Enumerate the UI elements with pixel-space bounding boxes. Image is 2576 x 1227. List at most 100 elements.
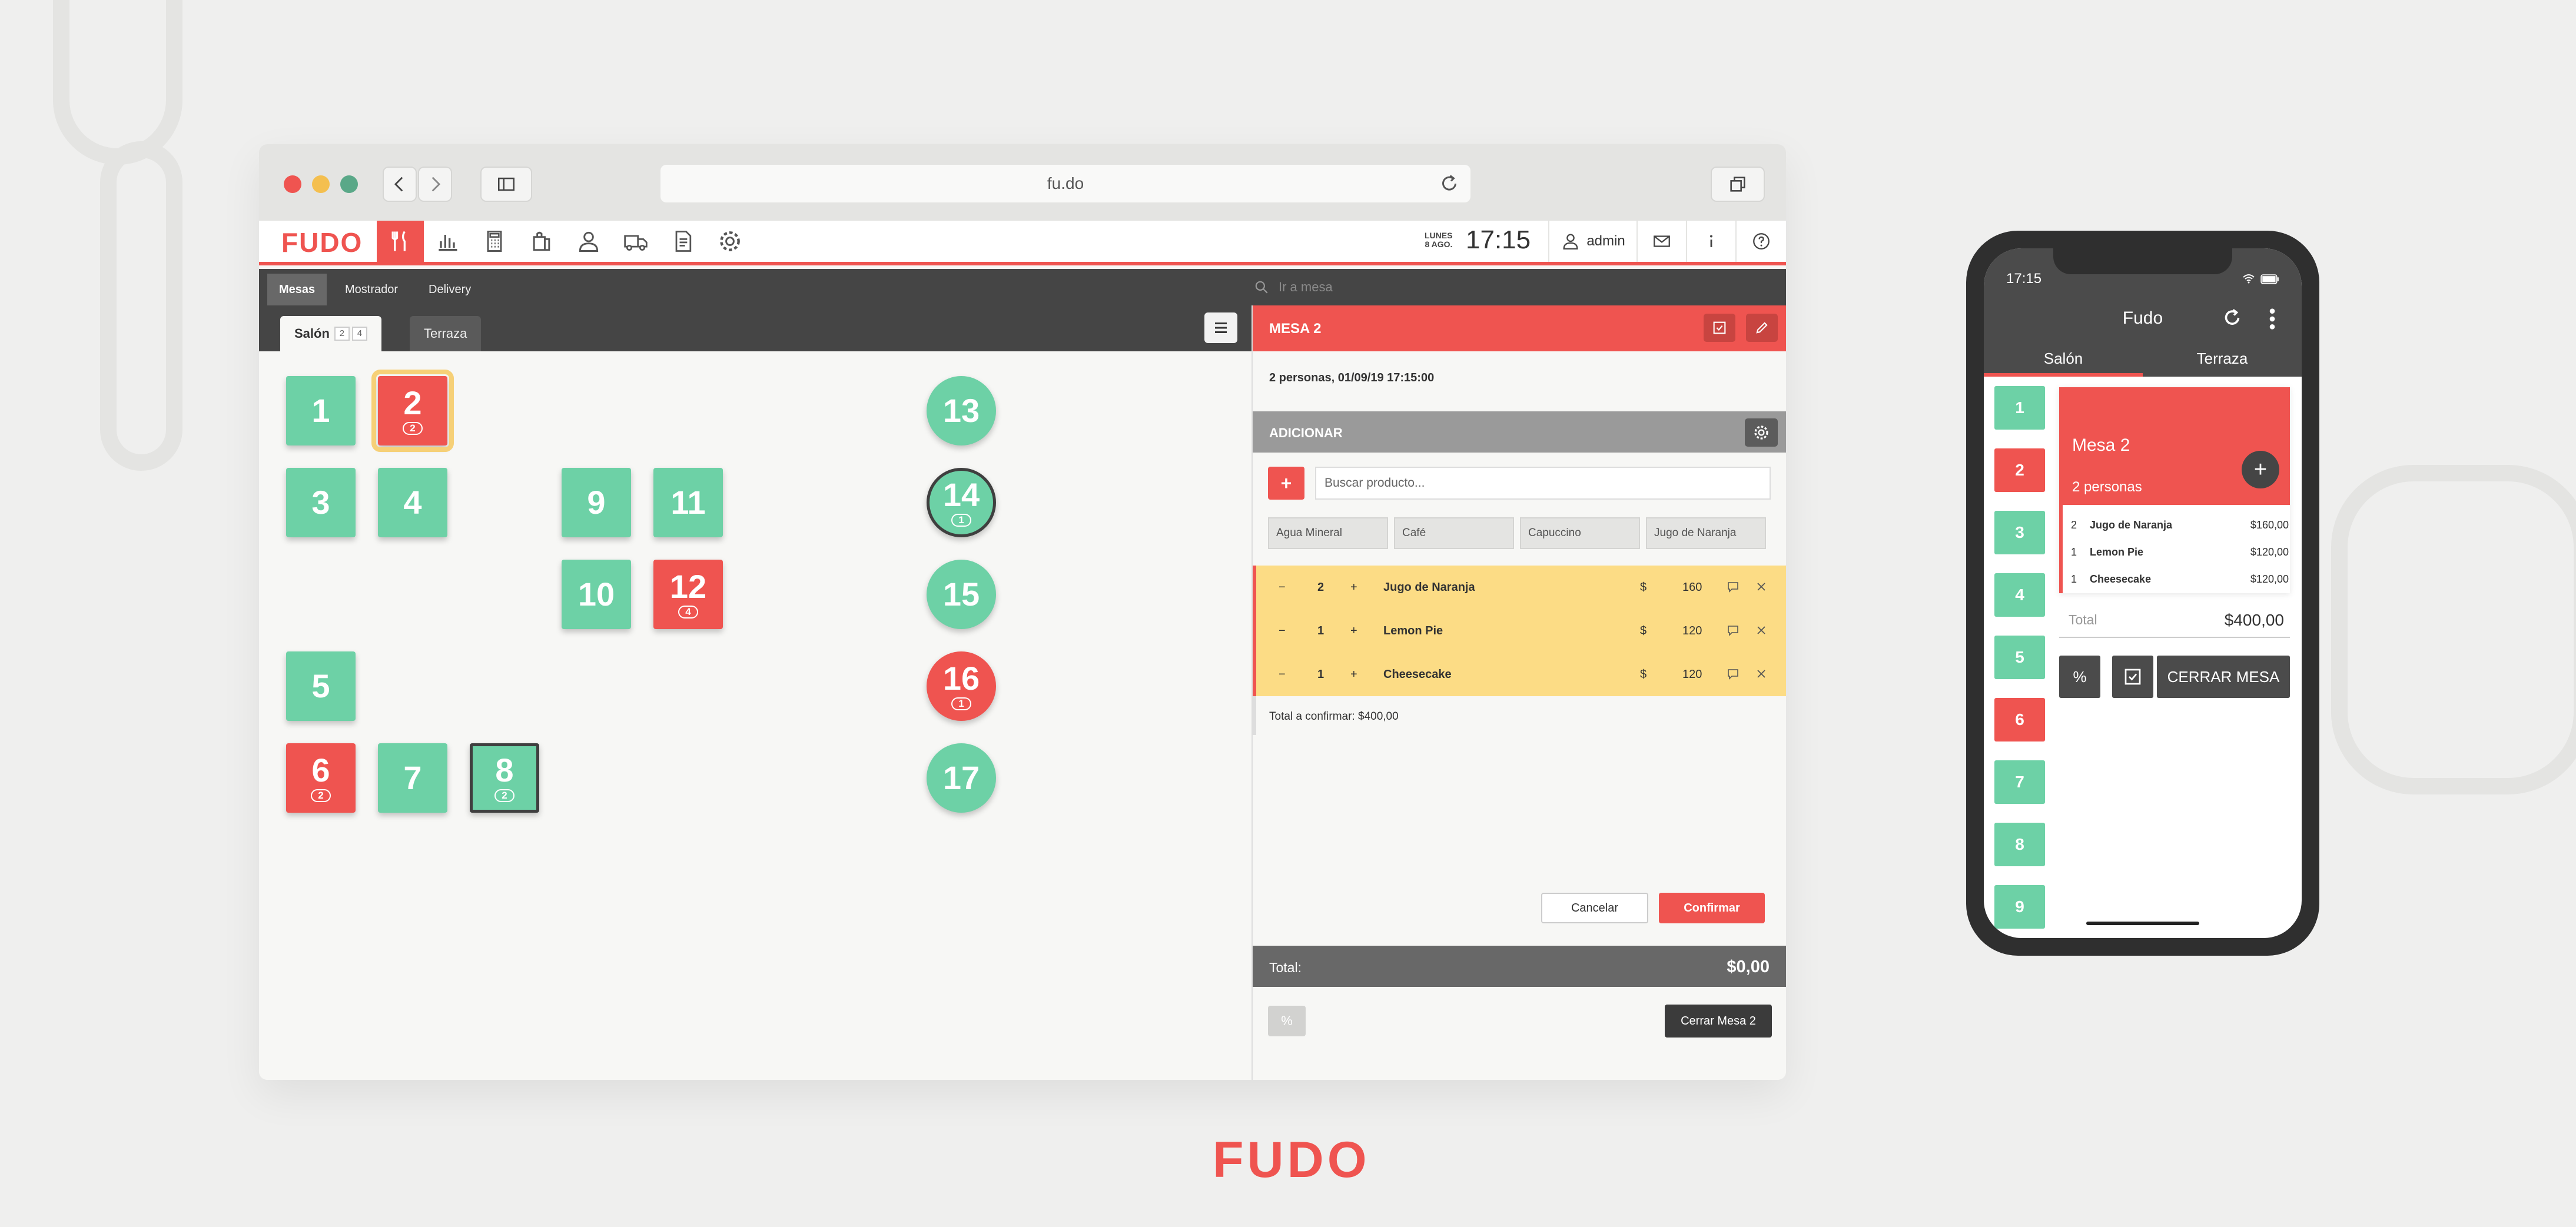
tab-mostrador[interactable]: Mostrador (333, 274, 410, 305)
floor-menu-button[interactable] (1204, 312, 1237, 343)
table-9[interactable]: 9 (562, 468, 631, 537)
decrease-qty-button[interactable]: − (1279, 581, 1286, 594)
tab-terraza[interactable]: Terraza (410, 316, 482, 351)
nav-customers[interactable] (565, 221, 612, 262)
add-product-button[interactable]: + (1268, 467, 1304, 500)
phone-table-6[interactable]: 6 (1994, 698, 2045, 741)
tabs-overview-button[interactable] (1711, 167, 1765, 202)
help-button[interactable] (1735, 221, 1786, 262)
reload-icon[interactable] (1439, 173, 1460, 194)
table-7[interactable]: 7 (378, 743, 447, 813)
messages-button[interactable] (1636, 221, 1686, 262)
comment-icon[interactable] (1726, 667, 1740, 681)
more-vertical-icon[interactable] (2260, 305, 2284, 333)
guest-count-badge: 2 (403, 422, 423, 435)
order-row: − 1 + Cheesecake $ 120 (1256, 653, 1786, 696)
increase-qty-button[interactable]: + (1350, 581, 1357, 594)
gear-icon (720, 231, 740, 251)
back-button[interactable] (383, 167, 417, 202)
table-search[interactable]: Ir a mesa (1254, 269, 1333, 305)
phone-order-item: 2 Jugo de Naranja $160,00 (2071, 512, 2289, 539)
table-6[interactable]: 62 (286, 743, 356, 813)
total-bar: Total: $0,00 (1253, 946, 1786, 987)
table-13[interactable]: 13 (927, 376, 996, 445)
comment-icon[interactable] (1726, 623, 1740, 637)
remove-icon[interactable] (1754, 580, 1768, 594)
table-12[interactable]: 12 4 (653, 560, 723, 629)
decrease-qty-button[interactable]: − (1279, 668, 1286, 681)
tab-delivery[interactable]: Delivery (417, 274, 483, 305)
comment-icon[interactable] (1726, 580, 1740, 594)
increase-qty-button[interactable]: + (1350, 624, 1357, 638)
quick-product-button[interactable]: Café (1394, 517, 1514, 549)
cancel-button[interactable]: Cancelar (1541, 893, 1648, 923)
phone-table-7[interactable]: 7 (1994, 760, 2045, 804)
check-button[interactable] (1704, 314, 1735, 342)
order-row: − 1 + Lemon Pie $ 120 (1256, 609, 1786, 653)
table-17[interactable]: 17 (927, 743, 996, 813)
phone-item-price: $120,00 (2250, 546, 2289, 558)
quick-product-button[interactable]: Agua Mineral (1268, 517, 1388, 549)
table-5[interactable]: 5 (286, 651, 356, 721)
table-2[interactable]: 22 (371, 370, 454, 452)
minimize-window-dot[interactable] (312, 175, 330, 193)
nav-documents[interactable] (659, 221, 706, 262)
phone-table-2[interactable]: 2 (1994, 448, 2045, 492)
edit-button[interactable] (1746, 314, 1778, 342)
discount-button[interactable]: % (1268, 1006, 1306, 1036)
phone-table-5[interactable]: 5 (1994, 636, 2045, 679)
table-3[interactable]: 3 (286, 468, 356, 537)
phone-table-8[interactable]: 8 (1994, 823, 2045, 866)
total-value: $0,00 (1727, 957, 1770, 976)
decrease-qty-button[interactable]: − (1279, 624, 1286, 638)
sidebar-toggle-button[interactable] (480, 167, 532, 202)
remove-icon[interactable] (1754, 667, 1768, 681)
phone-table-9[interactable]: 9 (1994, 885, 2045, 929)
phone-tab-salon[interactable]: Salón (1984, 343, 2143, 377)
quick-product-button[interactable]: Jugo de Naranja (1646, 517, 1766, 549)
table-15[interactable]: 15 (927, 560, 996, 629)
table-8[interactable]: 82 (470, 743, 539, 813)
nav-tables[interactable] (377, 221, 424, 262)
day-month-label: 8 AGO. (1425, 240, 1453, 249)
nav-settings[interactable] (706, 221, 753, 262)
sidebar-icon (497, 177, 515, 191)
info-button[interactable] (1686, 221, 1735, 262)
add-settings-button[interactable] (1745, 418, 1778, 447)
maximize-window-dot[interactable] (340, 175, 358, 193)
close-table-button[interactable]: Cerrar Mesa 2 (1665, 1005, 1772, 1038)
home-indicator (2086, 922, 2199, 925)
phone-tab-terraza[interactable]: Terraza (2143, 343, 2302, 377)
table-11[interactable]: 11 (653, 468, 723, 537)
remove-icon[interactable] (1754, 623, 1768, 637)
phone-close-table-button[interactable]: CERRAR MESA (2157, 656, 2290, 698)
user-menu[interactable]: admin (1548, 221, 1636, 262)
phone-check-button[interactable] (2112, 656, 2153, 698)
table-10[interactable]: 10 (562, 560, 631, 629)
tab-salon[interactable]: Salón 24 (280, 316, 381, 351)
table-16[interactable]: 16 1 (927, 651, 996, 721)
phone-table-1[interactable]: 1 (1994, 386, 2045, 430)
table-1[interactable]: 1 (286, 376, 356, 445)
tab-mesas[interactable]: Mesas (267, 274, 327, 305)
phone-table-3[interactable]: 3 (1994, 511, 2045, 554)
nav-products[interactable] (518, 221, 565, 262)
address-bar[interactable]: fu.do (660, 165, 1470, 202)
phone-add-button[interactable]: + (2242, 451, 2279, 488)
close-window-dot[interactable] (284, 175, 301, 193)
phone-discount-button[interactable]: % (2059, 656, 2100, 698)
refresh-icon[interactable] (2222, 307, 2243, 328)
increase-qty-button[interactable]: + (1350, 668, 1357, 681)
phone-item-name: Cheesecake (2090, 573, 2152, 585)
confirm-button[interactable]: Confirmar (1659, 893, 1765, 923)
nav-cash[interactable] (471, 221, 518, 262)
phone-table-4[interactable]: 4 (1994, 573, 2045, 617)
table-4[interactable]: 4 (378, 468, 447, 537)
table-14[interactable]: 14 1 (927, 468, 996, 537)
quick-product-button[interactable]: Capuccino (1520, 517, 1640, 549)
nav-reports[interactable] (424, 221, 471, 262)
product-search-input[interactable] (1315, 467, 1771, 500)
forward-button[interactable] (418, 167, 452, 202)
nav-delivery[interactable] (612, 221, 659, 262)
phone-card-title: Mesa 2 (2072, 435, 2130, 455)
